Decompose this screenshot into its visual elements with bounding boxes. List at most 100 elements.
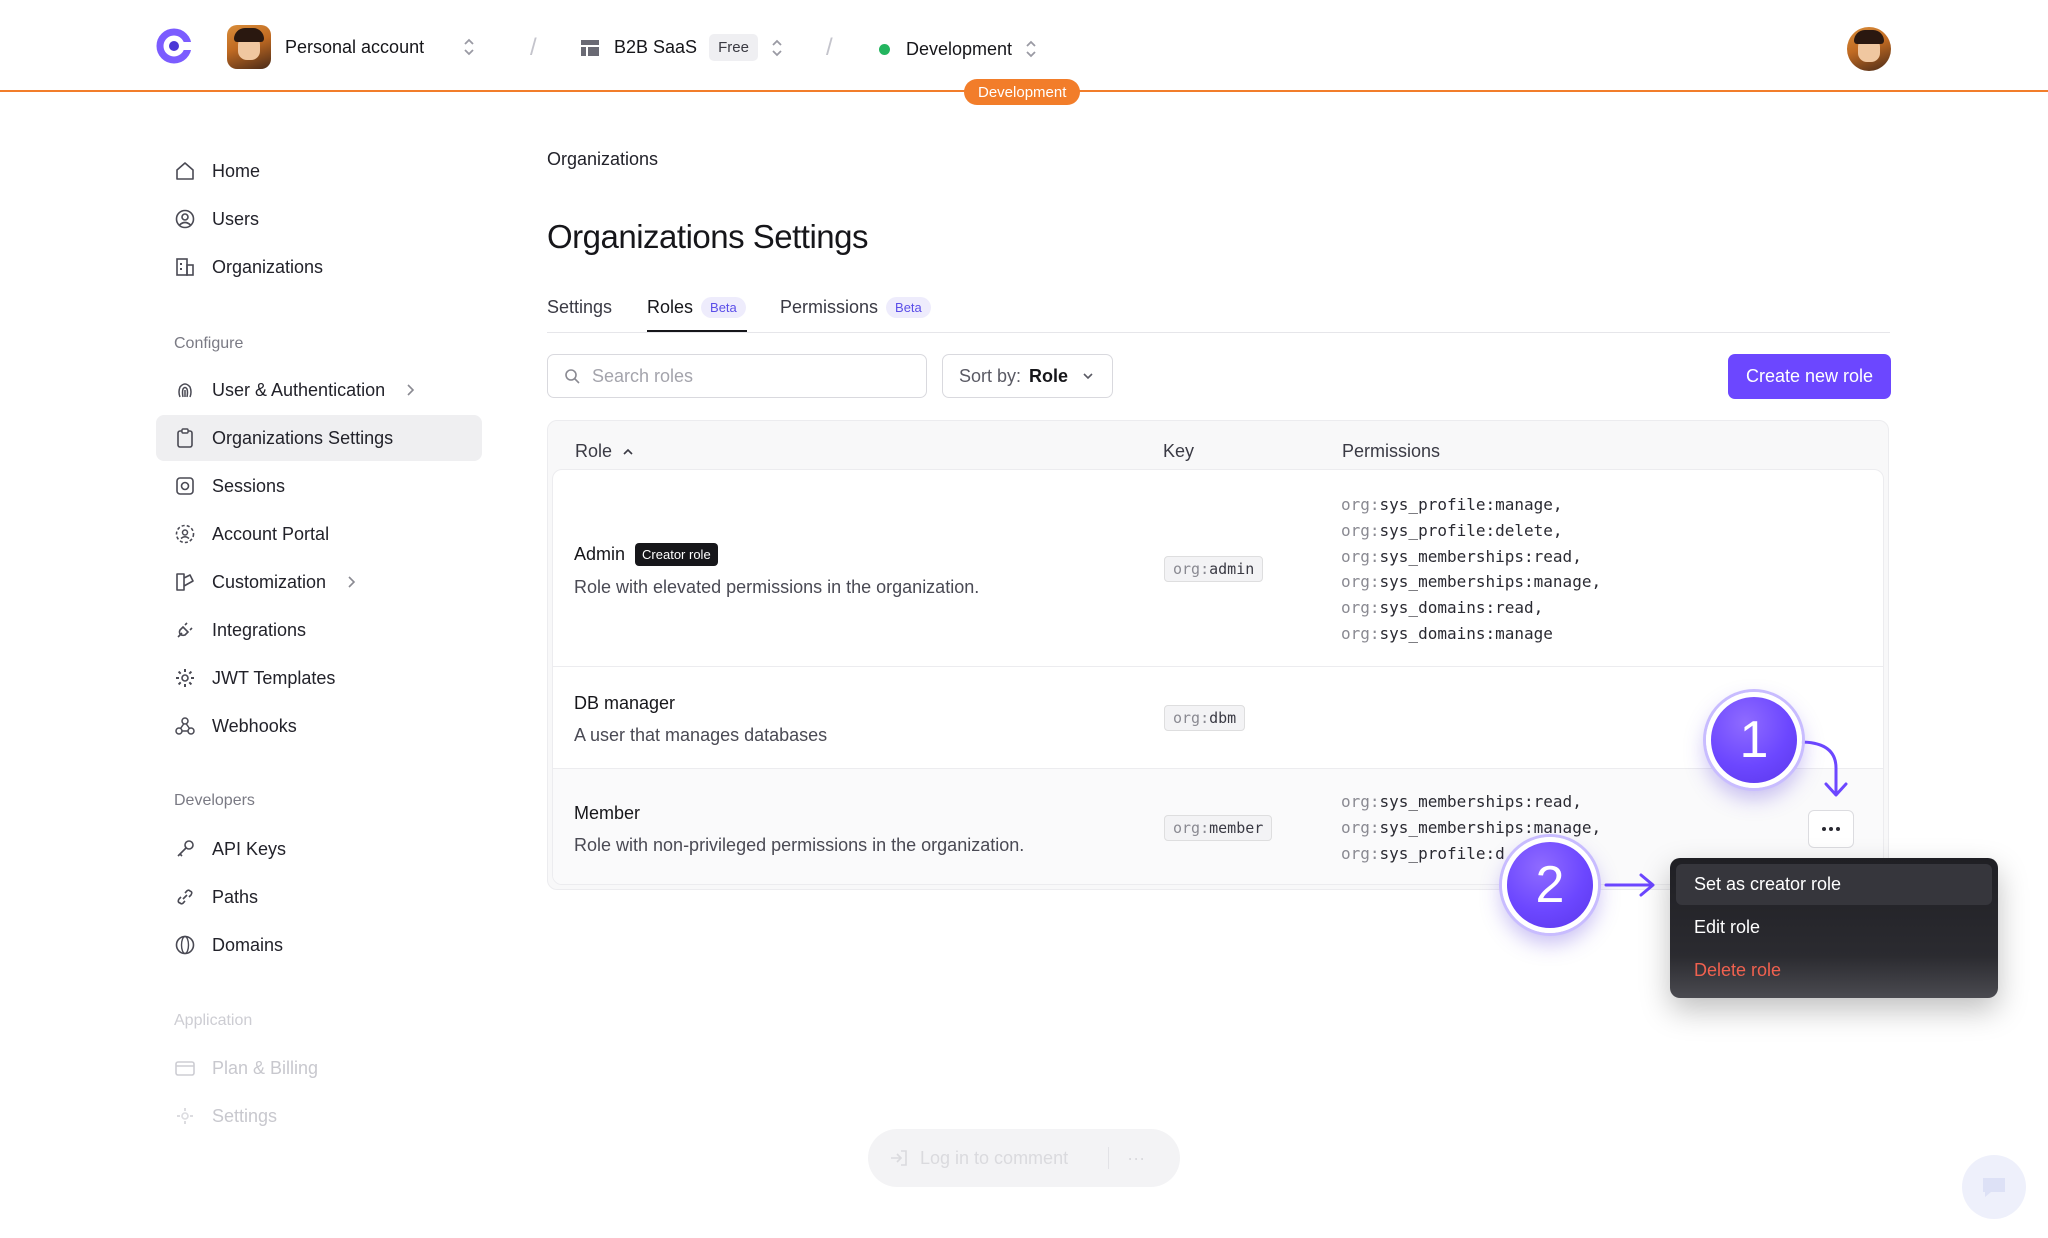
sidebar-item-api-keys[interactable]: API Keys [156, 826, 482, 872]
comment-label: Log in to comment [920, 1147, 1069, 1168]
sidebar-item-home[interactable]: Home [156, 148, 482, 194]
chevron-down-icon [1083, 373, 1093, 380]
permission-line: org:sys_memberships:read, [1341, 544, 1601, 570]
sidebar-item-plan-billing[interactable]: Plan & Billing [156, 1045, 482, 1091]
role-key: org:dbm [1164, 705, 1246, 731]
menu-item-edit-role[interactable]: Edit role [1676, 907, 1992, 948]
comment-bar[interactable]: Log in to comment ··· [868, 1129, 1180, 1187]
comment-more-icon[interactable]: ··· [1127, 1148, 1145, 1169]
settings-icon [177, 1108, 193, 1124]
beta-badge: Beta [886, 296, 931, 318]
home-icon [176, 162, 194, 180]
sidebar-item-webhooks[interactable]: Webhooks [156, 703, 482, 749]
row-actions-button[interactable] [1808, 810, 1854, 848]
sidebar-item-user-authentication[interactable]: User & Authentication [156, 367, 482, 413]
key-suffix: member [1209, 819, 1264, 837]
tab-label: Permissions [780, 296, 879, 317]
sidebar-item-users[interactable]: Users [156, 196, 482, 242]
table-body: Admin Creator role Role with elevated pe… [552, 469, 1884, 885]
key-prefix: org: [1173, 819, 1210, 837]
chevron-right-icon [348, 576, 356, 588]
environment-switcher[interactable]: Development [879, 38, 1038, 60]
sidebar-item-settings[interactable]: Settings [156, 1093, 482, 1139]
tab-settings[interactable]: Settings [547, 292, 612, 322]
table-row[interactable]: DB manager A user that manages databases… [553, 666, 1883, 768]
sidebar-item-label: Sessions [212, 475, 286, 496]
search-placeholder: Search roles [592, 365, 694, 386]
sidebar-item-label: Organizations Settings [212, 427, 394, 448]
sidebar-item-customization[interactable]: Customization [156, 559, 482, 605]
arrow-right-icon [1604, 873, 1655, 897]
globe-icon [175, 935, 195, 955]
chat-icon [1983, 1178, 2005, 1197]
plug-icon [177, 622, 193, 638]
session-icon [176, 477, 194, 495]
environment-tag: Development [964, 79, 1081, 105]
sidebar-item-sessions[interactable]: Sessions [156, 463, 482, 509]
sidebar-item-integrations[interactable]: Integrations [156, 607, 482, 653]
portal-icon [175, 524, 195, 544]
role-description: Role with elevated permissions in the or… [574, 577, 980, 597]
permission-prefix: org: [1341, 623, 1380, 643]
account-name: Personal account [285, 36, 425, 57]
sidebar-item-jwt-templates[interactable]: JWT Templates [156, 655, 482, 701]
permission-prefix: org: [1341, 572, 1380, 592]
role-description: Role with non-privileged permissions in … [574, 835, 1025, 855]
column-header-label: Role [575, 441, 613, 461]
sidebar-item-paths[interactable]: Paths [156, 874, 482, 920]
sidebar-item-label: User & Authentication [212, 379, 386, 400]
role-name: DB manager [574, 693, 676, 713]
app-switcher[interactable]: B2B SaaS Free [580, 34, 784, 61]
sidebar-item-organizations[interactable]: Organizations [156, 244, 482, 290]
sidebar-item-account-portal[interactable]: Account Portal [156, 511, 482, 557]
key-suffix: dbm [1209, 709, 1237, 727]
permission-prefix: org: [1341, 546, 1380, 566]
breadcrumb[interactable]: Organizations [547, 149, 658, 170]
permission-prefix: org: [1341, 817, 1380, 837]
permission-prefix: org: [1341, 598, 1380, 618]
palette-icon [176, 573, 194, 591]
sidebar-item-label: Home [212, 160, 261, 181]
user-avatar[interactable] [1847, 27, 1891, 71]
sidebar-item-label: Domains [212, 934, 284, 955]
column-header-role[interactable]: Role [575, 441, 634, 462]
account-switcher[interactable]: Personal account [227, 25, 424, 69]
key-icon [177, 840, 194, 857]
sidebar-item-domains[interactable]: Domains [156, 922, 482, 968]
sidebar-item-label: Integrations [212, 619, 307, 640]
key-prefix: org: [1173, 560, 1210, 578]
role-actions-menu: Set as creator role Edit role Delete rol… [1670, 858, 1998, 998]
section-heading-configure: Configure [174, 335, 244, 352]
key-suffix: admin [1209, 560, 1255, 578]
tab-permissions[interactable]: Permissions Beta [780, 292, 931, 322]
role-name: Admin Creator role [574, 543, 718, 566]
menu-item-set-as-creator-role[interactable]: Set as creator role [1676, 864, 1992, 905]
active-tab-indicator [647, 330, 747, 332]
arrow-down-icon [1798, 740, 1848, 797]
chat-support-button[interactable] [1962, 1155, 2026, 1219]
tab-roles[interactable]: Roles Beta [647, 292, 746, 322]
app-layout-icon [581, 39, 599, 56]
more-horizontal-icon [1822, 827, 1840, 831]
sidebar-item-organizations-settings[interactable]: Organizations Settings [156, 415, 482, 461]
permission-name: sys_domains:read, [1379, 598, 1544, 618]
create-new-role-button[interactable]: Create new role [1728, 354, 1891, 399]
menu-item-delete-role[interactable]: Delete role [1676, 950, 1992, 991]
search-icon [565, 369, 580, 384]
role-description: A user that manages databases [574, 725, 828, 745]
link-icon [177, 889, 193, 905]
breadcrumb-separator: / [530, 34, 537, 61]
account-switch-chevron-icon[interactable] [462, 36, 476, 58]
app-switch-chevron-icon [772, 39, 782, 56]
search-input[interactable]: Search roles [547, 354, 927, 398]
sidebar-item-label: JWT Templates [212, 667, 336, 688]
sort-dropdown[interactable]: Sort by: Role [942, 354, 1113, 398]
user-circle-icon [175, 209, 195, 229]
table-row[interactable]: Admin Creator role Role with elevated pe… [553, 470, 1883, 666]
key-prefix: org: [1173, 709, 1210, 727]
sidebar-item-label: Webhooks [212, 715, 297, 736]
sort-ascending-icon [623, 448, 633, 455]
app-logo-icon[interactable] [156, 28, 192, 64]
role-name-text: Admin [574, 544, 626, 564]
app-name: B2B SaaS [614, 37, 698, 57]
